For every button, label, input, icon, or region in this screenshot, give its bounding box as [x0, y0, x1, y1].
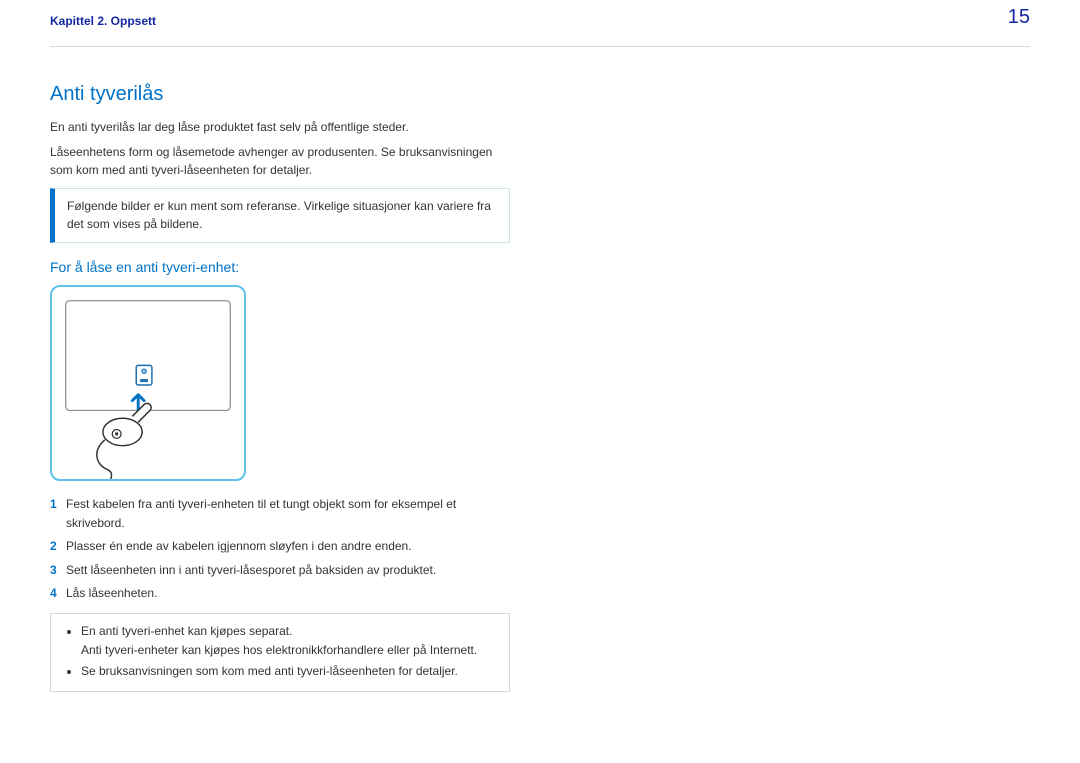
- step-text: Plasser én ende av kabelen igjennom sløy…: [66, 537, 412, 556]
- page: Kapittel 2. Oppsett 15 Anti tyverilås En…: [0, 0, 1080, 763]
- step-number: 3: [50, 561, 66, 580]
- step-number: 2: [50, 537, 66, 556]
- note-text: Følgende bilder er kun ment som referans…: [67, 199, 491, 232]
- main-content: Anti tyverilås En anti tyverilås lar deg…: [0, 47, 560, 692]
- header: Kapittel 2. Oppsett 15: [0, 0, 1080, 36]
- bullet-text: En anti tyveri-enhet kan kjøpes separat.: [81, 624, 292, 638]
- steps-list: 1Fest kabelen fra anti tyveri-enheten ti…: [50, 495, 510, 603]
- step-item: 1Fest kabelen fra anti tyveri-enheten ti…: [50, 495, 510, 533]
- step-number: 1: [50, 495, 66, 514]
- sub-heading: For å låse en anti tyveri-enhet:: [50, 259, 510, 275]
- step-number: 4: [50, 584, 66, 603]
- step-item: 3Sett låseenheten inn i anti tyveri-låse…: [50, 561, 510, 580]
- bullet-item: Se bruksanvisningen som kom med anti tyv…: [81, 662, 497, 681]
- step-text: Lås låseenheten.: [66, 584, 157, 603]
- bullet-text: Anti tyveri-enheter kan kjøpes hos elekt…: [81, 643, 477, 657]
- step-item: 4Lås låseenheten.: [50, 584, 510, 603]
- bullets-list: En anti tyveri-enhet kan kjøpes separat.…: [63, 622, 497, 682]
- bullets-box: En anti tyveri-enhet kan kjøpes separat.…: [50, 613, 510, 693]
- chapter-label: Kapittel 2. Oppsett: [50, 14, 1030, 28]
- lock-illustration: [50, 285, 246, 481]
- lock-illustration-svg: [52, 287, 244, 479]
- intro-paragraph-2: Låseenhetens form og låsemetode avhenger…: [50, 143, 510, 180]
- bullet-item: En anti tyveri-enhet kan kjøpes separat.…: [81, 622, 497, 660]
- step-item: 2Plasser én ende av kabelen igjennom slø…: [50, 537, 510, 556]
- section-heading: Anti tyverilås: [50, 83, 510, 106]
- note-box: Følgende bilder er kun ment som referans…: [50, 188, 510, 243]
- step-text: Sett låseenheten inn i anti tyveri-låses…: [66, 561, 436, 580]
- page-number: 15: [1008, 6, 1030, 29]
- step-text: Fest kabelen fra anti tyveri-enheten til…: [66, 495, 510, 533]
- intro-paragraph-1: En anti tyverilås lar deg låse produktet…: [50, 118, 510, 137]
